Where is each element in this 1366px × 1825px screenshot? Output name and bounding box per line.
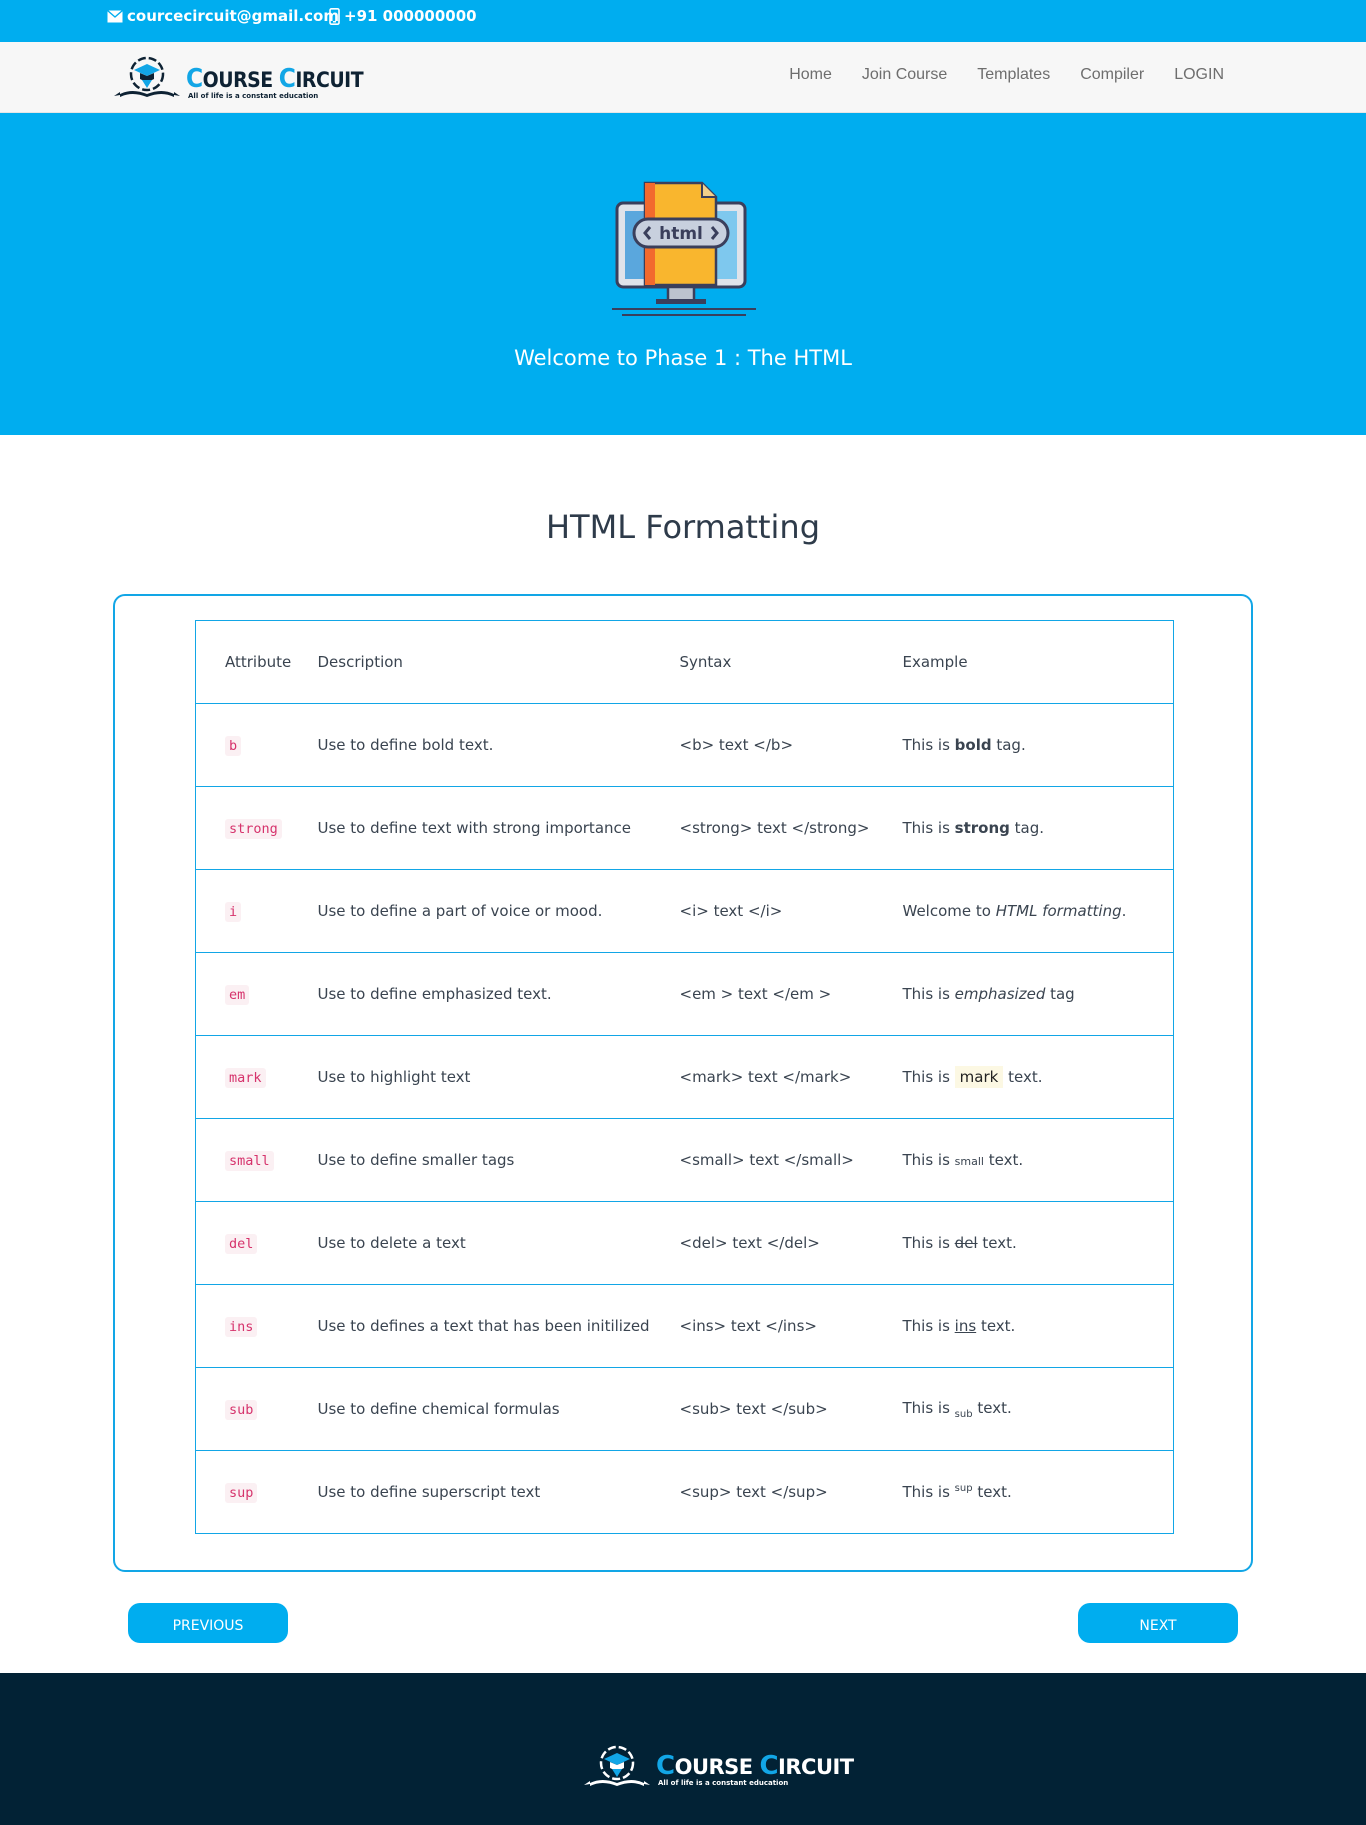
graduation-book-icon xyxy=(114,56,180,97)
syntax-cell: <em > text </em > xyxy=(679,985,832,1003)
table-row: mark Use to highlight text <mark> text <… xyxy=(195,1036,1174,1119)
attribute-code: small xyxy=(225,1151,274,1171)
syntax-cell: <mark> text </mark> xyxy=(679,1068,852,1086)
table-row: del Use to delete a text <del> text </de… xyxy=(195,1202,1174,1285)
nav-compiler[interactable]: Compiler xyxy=(1080,66,1144,84)
description-cell: Use to define text with strong importanc… xyxy=(317,819,632,837)
table-row: i Use to define a part of voice or mood.… xyxy=(195,870,1174,953)
syntax-cell: <strong> text </strong> xyxy=(679,819,870,837)
brand-tagline: All of life is a constant education xyxy=(188,92,319,100)
table-row: strong Use to define text with strong im… xyxy=(195,787,1174,870)
footer-logo[interactable]: COURSE CIRCUIT All of life is a constant… xyxy=(582,1743,854,1791)
description-cell: Use to define a part of voice or mood. xyxy=(317,902,603,920)
contact-email-text[interactable]: courcecircuit@gmail.com xyxy=(127,7,339,25)
table-row: sub Use to define chemical formulas <sub… xyxy=(195,1368,1174,1451)
attribute-code: i xyxy=(225,902,242,922)
formatting-table-card: Attribute Description Syntax Example b U… xyxy=(113,594,1253,1572)
description-cell: Use to define bold text. xyxy=(317,736,494,754)
description-cell: Use to defines a text that has been init… xyxy=(317,1317,650,1335)
header-description: Description xyxy=(317,653,403,671)
next-button[interactable]: NEXT xyxy=(1078,1603,1238,1643)
attribute-code: em xyxy=(225,985,250,1005)
syntax-cell: <small> text </small> xyxy=(679,1151,854,1169)
nav-templates[interactable]: Templates xyxy=(977,66,1050,84)
mobile-phone-icon xyxy=(329,7,340,25)
nav-home[interactable]: Home xyxy=(789,66,832,84)
table-row: em Use to define emphasized text. <em > … xyxy=(195,953,1174,1036)
example-cell: Welcome to HTML formatting. xyxy=(902,902,1127,920)
contact-phone[interactable]: +91 000000000 xyxy=(329,6,477,26)
hero-banner: html Welcome to Phase 1 : The HTML xyxy=(0,113,1366,435)
site-logo[interactable]: COURSE CIRCUIT All of life is a constant… xyxy=(112,54,364,102)
attribute-code: sup xyxy=(225,1483,258,1503)
table-row: small Use to define smaller tags <small>… xyxy=(195,1119,1174,1202)
main-nav: Home Join Course Templates Compiler LOGI… xyxy=(789,66,1224,84)
description-cell: Use to highlight text xyxy=(317,1068,471,1086)
attribute-code: mark xyxy=(225,1068,266,1088)
example-cell: This is mark text. xyxy=(902,1066,1043,1088)
navbar: COURSE CIRCUIT All of life is a constant… xyxy=(0,42,1366,113)
page-title: HTML Formatting xyxy=(545,508,820,546)
contact-bar: courcecircuit@gmail.com +91 000000000 xyxy=(0,0,1366,42)
attribute-code: strong xyxy=(225,819,282,839)
description-cell: Use to delete a text xyxy=(317,1234,466,1252)
previous-button[interactable]: PREVIOUS xyxy=(128,1603,288,1643)
brand-name: COURSE CIRCUIT xyxy=(186,64,364,94)
syntax-cell: <sub> text </sub> xyxy=(679,1400,828,1418)
description-cell: Use to define superscript text xyxy=(317,1483,541,1501)
contact-email[interactable]: courcecircuit@gmail.com xyxy=(107,6,339,26)
syntax-cell: <del> text </del> xyxy=(679,1234,820,1252)
hero-title: Welcome to Phase 1 : The HTML xyxy=(514,346,852,370)
table-row: ins Use to defines a text that has been … xyxy=(195,1285,1174,1368)
syntax-cell: <b> text </b> xyxy=(679,736,794,754)
header-syntax: Syntax xyxy=(679,653,732,671)
envelope-icon xyxy=(107,9,123,23)
attribute-code: ins xyxy=(225,1317,258,1337)
example-cell: This is small text. xyxy=(902,1151,1024,1169)
syntax-cell: <i> text </i> xyxy=(679,902,783,920)
description-cell: Use to define emphasized text. xyxy=(317,985,552,1003)
svg-text:html: html xyxy=(659,224,703,244)
syntax-cell: <sup> text </sup> xyxy=(679,1483,828,1501)
attribute-code: del xyxy=(225,1234,258,1254)
example-cell: This is emphasized tag xyxy=(902,985,1075,1003)
example-cell: This is sup text. xyxy=(902,1483,1012,1501)
header-example: Example xyxy=(902,653,968,671)
graduation-book-icon xyxy=(584,1745,650,1786)
html-monitor-icon: html xyxy=(612,181,756,316)
example-cell: This is ins text. xyxy=(902,1317,1016,1335)
description-cell: Use to define chemical formulas xyxy=(317,1400,560,1418)
nav-join-course[interactable]: Join Course xyxy=(862,66,947,84)
example-cell: This is del text. xyxy=(902,1234,1017,1252)
example-cell: This is bold tag. xyxy=(902,736,1026,754)
syntax-cell: <ins> text </ins> xyxy=(679,1317,817,1335)
nav-login[interactable]: LOGIN xyxy=(1174,66,1224,84)
contact-phone-text[interactable]: +91 000000000 xyxy=(344,7,477,25)
example-cell: This is strong tag. xyxy=(902,819,1045,837)
header-attribute: Attribute xyxy=(225,653,292,671)
footer: COURSE CIRCUIT All of life is a constant… xyxy=(0,1673,1366,1825)
footer-brand-tagline: All of life is a constant education xyxy=(658,1779,789,1787)
footer-brand-name: COURSE CIRCUIT xyxy=(656,1751,854,1781)
table-header-row: Attribute Description Syntax Example xyxy=(195,621,1174,704)
attribute-code: b xyxy=(225,736,242,756)
table-row: b Use to define bold text. <b> text </b>… xyxy=(195,704,1174,787)
formatting-table: Attribute Description Syntax Example b U… xyxy=(195,620,1174,1534)
description-cell: Use to define smaller tags xyxy=(317,1151,515,1169)
table-row: sup Use to define superscript text <sup>… xyxy=(196,1451,1174,1534)
example-cell: This is sub text. xyxy=(902,1398,1012,1420)
attribute-code: sub xyxy=(225,1400,258,1420)
